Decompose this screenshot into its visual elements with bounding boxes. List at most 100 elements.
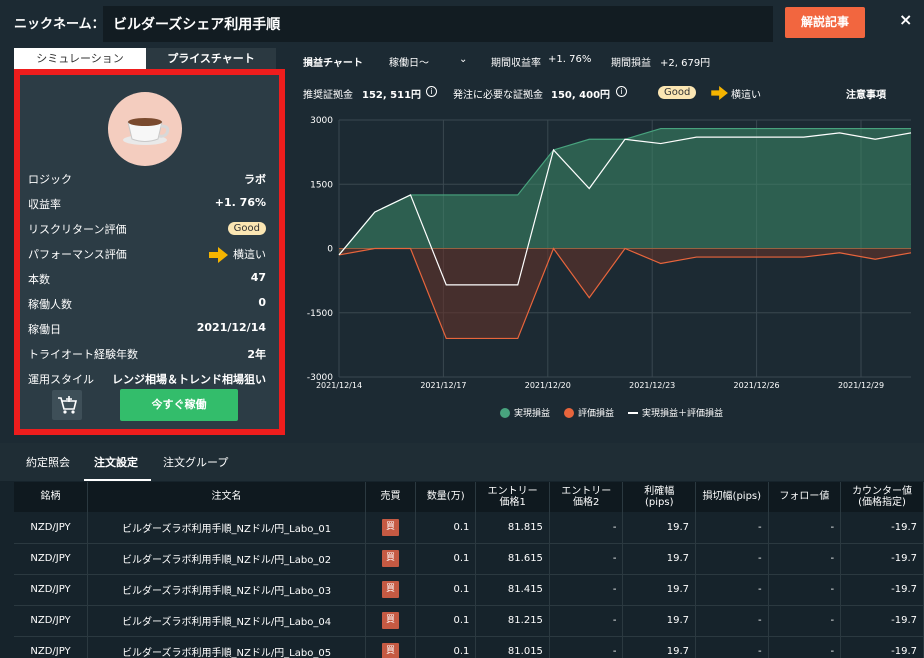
cell-tp: 19.7 [622, 543, 697, 575]
cell-name: ビルダーズラボ利用手順_NZドル/円_Labo_01 [87, 512, 367, 544]
cart-button[interactable] [52, 390, 82, 420]
cell-qty: 0.1 [415, 574, 477, 606]
right-arrow-icon [209, 247, 229, 263]
table-row[interactable]: NZD/JPY ビルダーズラボ利用手順_NZドル/円_Labo_04 買 0.1 81.… [14, 605, 924, 637]
nickname-input[interactable]: ビルダーズシェア利用手順 [103, 6, 773, 42]
tab-order-settings[interactable]: 注文設定 [94, 454, 138, 470]
legend-combined[interactable]: 実現損益＋評価損益 [628, 406, 723, 419]
col-tp[interactable]: 利確幅 (pips) [622, 482, 697, 512]
explain-article-button[interactable]: 解説記事 [785, 7, 865, 38]
risk-return-label: リスクリターン評価 [28, 223, 127, 236]
required-margin-label: 発注に必要な証拠金 [453, 90, 543, 101]
cell-follow: - [768, 574, 842, 606]
table-row[interactable]: NZD/JPY ビルダーズラボ利用手順_NZドル/円_Labo_03 買 0.1 81.… [14, 574, 924, 606]
table-row[interactable]: NZD/JPY ビルダーズラボ利用手順_NZドル/円_Labo_02 買 0.1 81.… [14, 543, 924, 575]
orders-section: 約定照会 注文設定 注文グループ 銘柄 注文名 売買 数量(万) エントリー 価… [0, 443, 924, 658]
cell-entry2: - [549, 605, 624, 637]
period-pl-label: 期間損益 [611, 58, 651, 69]
cell-pair: NZD/JPY [14, 543, 89, 575]
col-pair[interactable]: 銘柄 [14, 482, 89, 512]
cell-qty: 0.1 [415, 605, 477, 637]
cell-qty: 0.1 [415, 636, 477, 658]
x-tick-label: 2021/12/14 [316, 381, 362, 390]
notes-link[interactable]: 注意事項 [846, 86, 886, 101]
y-tick-label: 3000 [310, 116, 333, 126]
col-qty[interactable]: 数量(万) [415, 482, 477, 512]
tab-order-group[interactable]: 注文グループ [163, 454, 228, 470]
cell-name: ビルダーズラボ利用手順_NZドル/円_Labo_04 [87, 605, 367, 637]
app: ニックネーム： ビルダーズシェア利用手順 解説記事 × シミュレーション プライ… [0, 0, 924, 658]
risk-return-value-wrap: Good [227, 221, 266, 235]
cell-entry1: 81.015 [475, 636, 550, 658]
cell-side: 買 [365, 605, 417, 637]
col-counter[interactable]: カウンター値 (価格指定) [840, 482, 924, 512]
x-tick-label: 2021/12/23 [629, 381, 675, 390]
cell-tp: 19.7 [622, 574, 697, 606]
close-icon[interactable]: × [899, 10, 912, 29]
style-value: レンジ相場＆トレンド相場狙い [112, 373, 266, 386]
cell-side: 買 [365, 574, 417, 606]
start-date-label: 稼働日 [28, 323, 61, 336]
count-row: 本数 47 [28, 271, 266, 287]
cell-sl: - [695, 636, 769, 658]
logic-row: ロジック ラボ [28, 171, 266, 187]
table-row[interactable]: NZD/JPY ビルダーズラボ利用手順_NZドル/円_Labo_05 買 0.1 81.… [14, 636, 924, 658]
cell-entry1: 81.215 [475, 605, 550, 637]
orders-table-body: NZD/JPY ビルダーズラボ利用手順_NZドル/円_Labo_01 買 0.1 81.… [14, 512, 924, 658]
cell-sl: - [695, 605, 769, 637]
cell-entry1: 81.415 [475, 574, 550, 606]
legend-combined-label: 実現損益＋評価損益 [642, 408, 724, 419]
cell-side: 買 [365, 636, 417, 658]
col-entry1[interactable]: エントリー 価格1 [475, 482, 550, 512]
tab-agreement[interactable]: 約定照会 [26, 454, 70, 470]
period-select[interactable]: 稼働日〜 [389, 54, 429, 69]
return-value: +1. 76% [214, 196, 266, 209]
col-follow[interactable]: フォロー値 [768, 482, 842, 512]
legend-unrealized-label: 評価損益 [578, 408, 615, 419]
cell-counter: -19.7 [840, 574, 924, 606]
col-name[interactable]: 注文名 [87, 482, 367, 512]
run-now-button[interactable]: 今すぐ稼働 [120, 389, 238, 421]
x-tick-label: 2021/12/20 [525, 381, 571, 390]
style-label: 運用スタイル [28, 373, 94, 386]
experience-label: トライオート経験年数 [28, 348, 138, 361]
users-label: 稼働人数 [28, 298, 72, 311]
cell-counter: -19.7 [840, 512, 924, 544]
col-entry2[interactable]: エントリー 価格2 [549, 482, 624, 512]
risk-return-badge: Good [227, 222, 266, 235]
cell-tp: 19.7 [622, 512, 697, 544]
cell-tp: 19.7 [622, 636, 697, 658]
chevron-down-icon[interactable]: ⌄ [459, 54, 467, 65]
unrealized-area [339, 248, 911, 339]
performance-text: 横這い [731, 90, 761, 101]
buy-badge: 買 [382, 643, 400, 658]
cell-follow: - [768, 605, 842, 637]
experience-value: 2年 [247, 348, 266, 361]
cell-entry2: - [549, 512, 624, 544]
start-date-row: 稼働日 2021/12/14 [28, 321, 266, 337]
col-side[interactable]: 売買 [365, 482, 417, 512]
top-bar: ニックネーム： ビルダーズシェア利用手順 解説記事 × [0, 0, 924, 44]
table-header-row: 銘柄 注文名 売買 数量(万) エントリー 価格1 エントリー 価格2 利確幅 … [14, 482, 924, 512]
info-icon[interactable]: i [616, 86, 627, 97]
cell-pair: NZD/JPY [14, 636, 89, 658]
orders-table: 銘柄 注文名 売買 数量(万) エントリー 価格1 エントリー 価格2 利確幅 … [14, 482, 924, 658]
nickname-label: ニックネーム： [14, 17, 105, 32]
users-value: 0 [258, 296, 266, 309]
col-sl[interactable]: 損切幅(pips) [695, 482, 769, 512]
tab-price-chart[interactable]: プライスチャート [146, 48, 276, 69]
style-row: 運用スタイル レンジ相場＆トレンド相場狙い [28, 371, 266, 387]
tab-simulation[interactable]: シミュレーション [14, 48, 146, 69]
cell-entry1: 81.815 [475, 512, 550, 544]
risk-return-row: リスクリターン評価 Good [28, 221, 266, 237]
cell-tp: 19.7 [622, 605, 697, 637]
cell-qty: 0.1 [415, 543, 477, 575]
legend-realized[interactable]: 実現損益 [500, 406, 550, 419]
info-icon[interactable]: i [426, 86, 437, 97]
return-row: 収益率 +1. 76% [28, 196, 266, 212]
table-row[interactable]: NZD/JPY ビルダーズラボ利用手順_NZドル/円_Labo_01 買 0.1 81.… [14, 512, 924, 544]
count-value: 47 [250, 271, 266, 284]
legend-unrealized[interactable]: 評価損益 [564, 406, 614, 419]
performance-value-wrap: 横這い [209, 246, 266, 263]
coffee-cup-icon [108, 92, 182, 166]
